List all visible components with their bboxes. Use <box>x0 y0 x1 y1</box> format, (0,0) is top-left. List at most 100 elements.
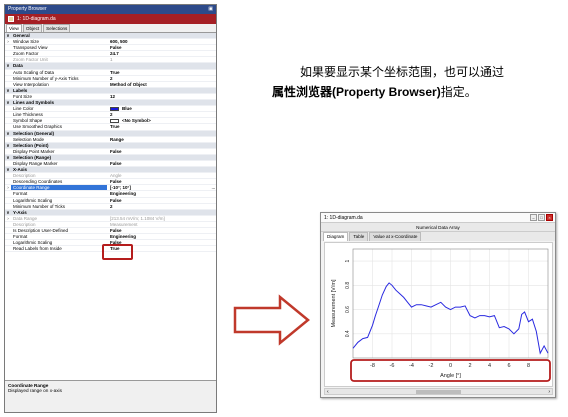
tab-view[interactable]: View <box>6 24 22 32</box>
property-value[interactable]: False <box>107 161 216 166</box>
category-label: Selection (Range) <box>13 154 52 160</box>
description-pane: Coordinate Range Displayed range on x-ax… <box>5 380 216 412</box>
property-value[interactable]: 2 <box>107 76 216 81</box>
property-value[interactable]: Blue <box>107 106 216 111</box>
close-icon[interactable]: × <box>546 214 553 221</box>
property-name: Zoom Factor <box>13 51 39 57</box>
property-value-text: 1 <box>110 57 113 63</box>
property-value-text: 24.7 <box>110 51 119 57</box>
tab-selections[interactable]: Selections <box>43 24 71 32</box>
ellipsis-button[interactable]: ... <box>212 185 215 190</box>
property-value[interactable]: True <box>107 70 216 75</box>
property-value[interactable]: True <box>107 124 216 129</box>
property-name: Zoom Factor Unit <box>13 57 48 63</box>
tab-diagram[interactable]: Diagram <box>323 232 349 241</box>
document-header: 1: 1D-diagram.da <box>5 14 216 24</box>
property-value[interactable]: Engineering <box>107 191 216 196</box>
plot-area[interactable]: -8 -6 -4 -2 0 2 4 6 8 0.4 0.6 0.8 1 Angle [°] Measurem… <box>324 242 553 387</box>
tab-value-at-x[interactable]: Value at x-Coordinate <box>369 232 422 241</box>
category-label: X-Axis <box>13 167 28 173</box>
property-value[interactable]: 12 <box>107 94 216 99</box>
property-name: Font Size <box>13 93 33 99</box>
scroll-right-icon[interactable]: › <box>548 389 550 395</box>
category-label: Labels <box>13 87 28 93</box>
line-chart: -8 -6 -4 -2 0 2 4 6 8 0.4 0.6 0.8 1 Angle [°] Measurem… <box>331 248 551 382</box>
property-value[interactable]: False <box>107 228 216 233</box>
category-label: Selection (General) <box>13 130 55 136</box>
property-value[interactable]: False <box>107 179 216 184</box>
property-name: Transposed View <box>13 45 48 51</box>
property-value-text: [213.54 mV/m; 1.1084 V/m] <box>110 215 165 221</box>
horizontal-scrollbar[interactable]: ‹ › <box>324 388 553 395</box>
property-value[interactable]: 2 <box>107 204 216 209</box>
property-value-text: Blue <box>122 106 132 112</box>
property-name: Display Range Marker <box>13 160 58 166</box>
property-value[interactable]: Method of Object <box>107 82 216 87</box>
property-name: Window Size <box>13 39 40 45</box>
minimize-icon[interactable]: – <box>530 214 537 221</box>
property-value[interactable]: Range <box>107 137 216 142</box>
caption-line-2: 属性浏览器(Property Browser)指定。 <box>272 82 562 102</box>
tab-table[interactable]: Table <box>349 232 369 241</box>
scroll-thumb[interactable] <box>415 390 462 394</box>
property-name: Format <box>13 191 28 197</box>
property-value-text: False <box>110 148 122 154</box>
property-value-text: 12 <box>110 93 116 99</box>
property-name: Description <box>13 221 36 227</box>
property-name: Logarithmic Scaling <box>13 197 53 203</box>
x-tick-label: 0 <box>449 363 452 369</box>
caption-line-1: 如果要显示某个坐标范围，也可以通过 <box>300 65 505 79</box>
property-browser-titlebar: Property Browser ▣ <box>5 5 216 14</box>
property-value-text: False <box>110 228 122 233</box>
property-value[interactable]: False <box>107 149 216 154</box>
property-value[interactable]: 600, 500 <box>107 39 216 44</box>
property-browser-title: Property Browser <box>8 6 47 12</box>
property-value-text: <No Symbol> <box>122 118 151 124</box>
property-value-text: True <box>110 246 120 252</box>
property-value[interactable]: Engineering <box>107 234 216 239</box>
property-row[interactable]: Read Labels from Inside True <box>5 246 216 253</box>
property-name: Descending Coordinates <box>13 179 63 185</box>
property-tabs: View Object Selections <box>5 24 216 33</box>
diagram-window-title: 1: 1D-diagram.da <box>324 215 363 221</box>
category-label: Lines and Symbols <box>13 100 55 106</box>
property-value-text: False <box>110 197 122 203</box>
property-value[interactable]: False <box>107 45 216 50</box>
property-value[interactable]: False <box>107 198 216 203</box>
property-name: Is Description User-Defined <box>13 228 69 233</box>
property-value[interactable]: 2 <box>107 112 216 117</box>
property-name: Display Point Marker <box>13 148 55 154</box>
property-value-text: Measurement <box>110 221 138 227</box>
maximize-icon[interactable]: □ <box>538 214 545 221</box>
x-tick-label: -8 <box>370 363 375 369</box>
property-name: Line Color <box>13 106 34 112</box>
property-value-text: True <box>110 124 120 130</box>
property-value[interactable]: [-10°; 10°]... <box>107 185 216 190</box>
document-name: 1: 1D-diagram.da <box>17 16 56 22</box>
property-value[interactable]: True <box>107 246 216 251</box>
diagram-window: 1: 1D-diagram.da – □ × Numerical Data Ar… <box>320 212 556 398</box>
property-value[interactable]: 24.7 <box>107 51 216 56</box>
x-axis-label: Angle [°] <box>440 373 461 379</box>
property-name: Minimum Number of y-Axis Ticks <box>13 75 79 81</box>
property-value[interactable]: False <box>107 240 216 245</box>
scroll-left-icon[interactable]: ‹ <box>327 389 329 395</box>
property-name: Use Smoothed Graphics <box>13 124 63 130</box>
property-name: Minimum Number of Ticks <box>13 203 66 209</box>
property-value[interactable]: <No Symbol> <box>107 118 216 123</box>
x-tick-label: 4 <box>488 363 491 369</box>
category-label: General <box>13 33 30 38</box>
window-controls: – □ × <box>530 214 553 221</box>
tab-object[interactable]: Object <box>22 24 43 32</box>
property-name: Selection Mode <box>13 136 45 142</box>
x-tick-label: -2 <box>429 363 434 369</box>
color-swatch <box>110 106 119 111</box>
caption-bold-term: 属性浏览器(Property Browser) <box>272 85 441 99</box>
property-value-text: False <box>110 160 122 166</box>
property-name: Coordinate Range <box>11 185 107 191</box>
property-value-text: 2 <box>110 112 113 118</box>
pin-icon[interactable]: ▣ <box>208 5 213 14</box>
category-label: Data <box>13 63 23 69</box>
right-arrow-icon <box>233 294 310 346</box>
property-value-text: Method of Object <box>110 81 147 87</box>
